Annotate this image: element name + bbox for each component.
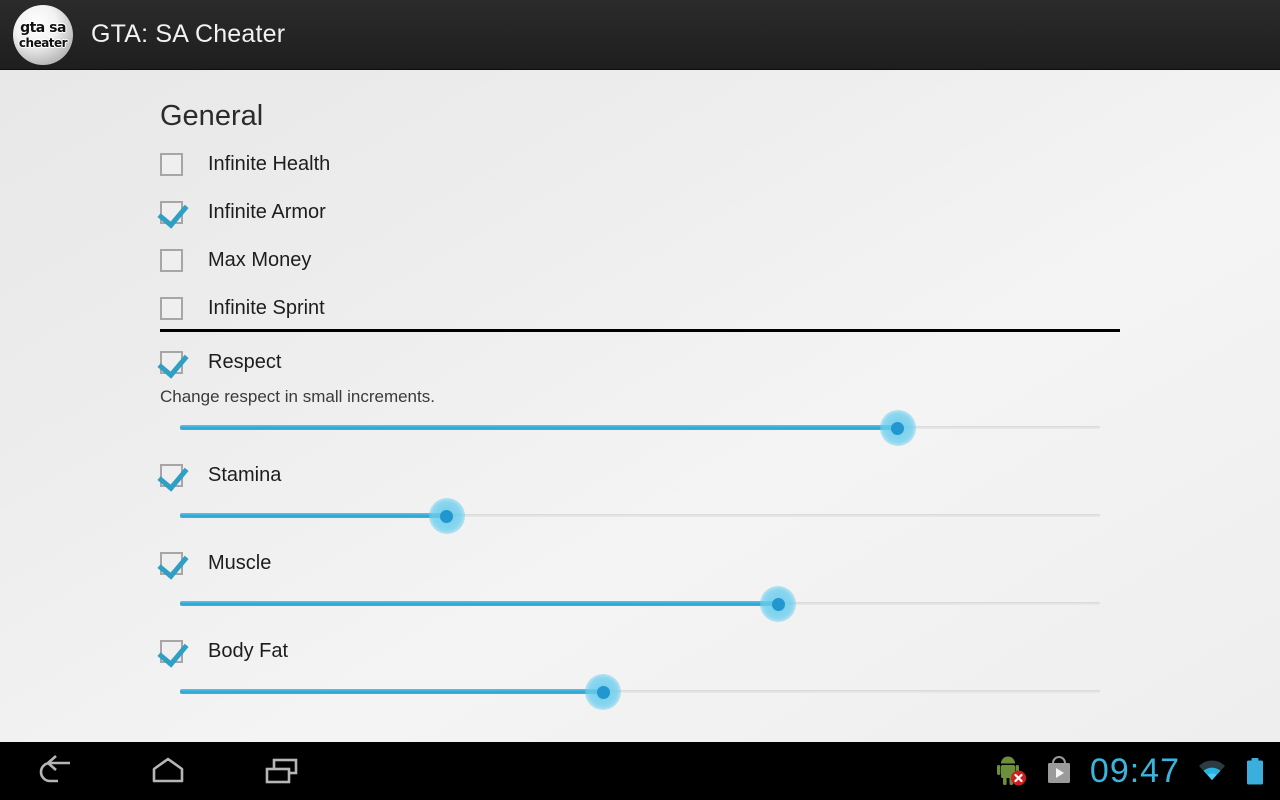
checkbox-row-stamina[interactable]: Stamina (160, 464, 281, 487)
app-screen: gta sa cheater GTA: SA Cheater General I… (0, 0, 1280, 800)
slider-stamina[interactable] (180, 498, 1100, 534)
play-store-icon[interactable] (1044, 756, 1074, 786)
back-icon[interactable] (30, 751, 78, 791)
slider-thumb-muscle[interactable] (760, 586, 796, 622)
app-title: GTA: SA Cheater (91, 20, 286, 48)
slider-respect[interactable] (180, 410, 1100, 446)
wifi-icon[interactable] (1196, 757, 1228, 785)
slider-fill-muscle (180, 601, 778, 606)
slider-thumb-respect[interactable] (879, 410, 916, 446)
checkbox-label-respect: Respect (208, 351, 282, 373)
app-logo-line2: cheater (18, 35, 68, 50)
action-bar: gta sa cheater GTA: SA Cheater (0, 0, 1280, 70)
checkbox-label-muscle: Muscle (208, 552, 272, 574)
app-logo-icon[interactable]: gta sa cheater (13, 4, 73, 65)
content-area: General Infinite Health Infinite Armor M… (0, 70, 1280, 742)
checkbox-row-max-money[interactable]: Max Money (160, 249, 311, 272)
checkbox-infinite-health[interactable] (160, 153, 183, 176)
checkbox-row-muscle[interactable]: Muscle (160, 552, 271, 575)
checkbox-infinite-armor[interactable] (160, 201, 183, 224)
checkbox-label-infinite-health: Infinite Health (208, 153, 331, 175)
checkbox-muscle[interactable] (160, 552, 183, 575)
checkbox-label-infinite-sprint: Infinite Sprint (208, 297, 325, 319)
slider-thumb-stamina[interactable] (428, 498, 465, 534)
slider-body-fat[interactable] (180, 674, 1100, 710)
slider-fill-body-fat (180, 689, 604, 694)
checkbox-label-infinite-armor: Infinite Armor (208, 201, 326, 223)
checkbox-infinite-sprint[interactable] (160, 297, 183, 320)
system-navigation-bar: 09:47 (0, 742, 1280, 800)
checkbox-stamina[interactable] (160, 464, 183, 487)
checkbox-label-body-fat: Body Fat (208, 640, 289, 662)
android-robot-error-icon[interactable] (994, 754, 1028, 788)
slider-fill-respect (180, 425, 898, 430)
home-icon[interactable] (144, 751, 192, 791)
status-clock[interactable]: 09:47 (1090, 752, 1180, 791)
slider-thumb-body-fat[interactable] (585, 674, 622, 710)
battery-full-icon[interactable] (1244, 755, 1266, 787)
checkbox-label-max-money: Max Money (208, 249, 312, 271)
app-logo-line1: gta sa (20, 19, 66, 36)
slider-fill-stamina (180, 513, 447, 518)
checkbox-label-stamina: Stamina (208, 464, 282, 486)
slider-muscle[interactable] (180, 586, 1100, 622)
checkbox-max-money[interactable] (160, 249, 183, 272)
page-title: General (160, 100, 264, 132)
section-divider (160, 329, 1120, 332)
subtitle-respect: Change respect in small increments. (160, 387, 435, 406)
checkbox-row-infinite-armor[interactable]: Infinite Armor (160, 201, 326, 224)
checkbox-row-infinite-health[interactable]: Infinite Health (160, 153, 330, 176)
checkbox-row-infinite-sprint[interactable]: Infinite Sprint (160, 297, 325, 320)
checkbox-row-respect[interactable]: Respect (160, 351, 281, 374)
checkbox-body-fat[interactable] (160, 640, 183, 663)
recent-apps-icon[interactable] (258, 751, 306, 791)
checkbox-respect[interactable] (160, 351, 183, 374)
checkbox-row-body-fat[interactable]: Body Fat (160, 640, 288, 663)
